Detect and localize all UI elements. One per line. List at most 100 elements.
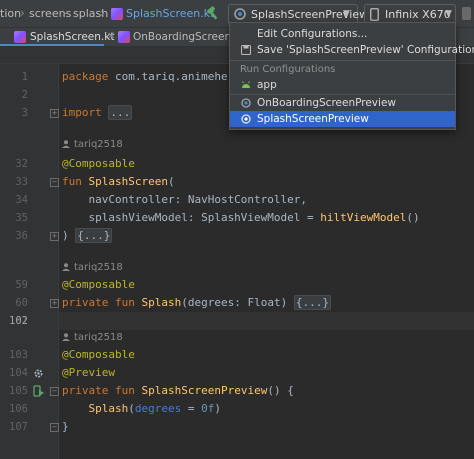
line-number: 105 <box>9 385 28 397</box>
line-number: 35 <box>15 212 28 224</box>
breadcrumb-file[interactable]: SplashScreen.kt <box>126 0 214 27</box>
function-call: Splash <box>88 402 129 415</box>
fold-expand-icon[interactable]: + <box>50 109 59 118</box>
code-line[interactable]: @Composable <box>62 346 135 364</box>
code-author-hint[interactable]: tariq2518 <box>62 330 123 346</box>
breadcrumb-item[interactable]: tion <box>0 0 21 27</box>
fold-collapse-icon[interactable]: − <box>50 178 59 187</box>
annotation: @Preview <box>62 366 115 379</box>
person-icon <box>62 333 70 341</box>
compose-preview-icon <box>234 8 246 20</box>
code-line[interactable]: package com.tariq.animehero <box>62 68 241 86</box>
keyword: import <box>62 106 102 119</box>
code-line[interactable]: @Preview <box>62 364 115 382</box>
code-text: () { <box>267 384 294 397</box>
line-number: 59 <box>15 279 28 291</box>
function-name: SplashScreen <box>88 175 168 188</box>
line-number: 1 <box>21 71 28 83</box>
code-text: = <box>181 402 202 415</box>
line-number: 107 <box>9 421 28 433</box>
person-icon <box>62 263 70 271</box>
phone-icon <box>370 8 379 21</box>
code-line[interactable]: navController: NavHostController, <box>62 191 307 209</box>
run-preview-icon[interactable] <box>33 385 45 398</box>
keyword: fun <box>62 175 82 188</box>
code-line[interactable]: splashViewModel: SplashViewModel = hiltV… <box>62 209 420 227</box>
line-number: 33 <box>15 176 28 188</box>
fold-expand-icon[interactable]: + <box>50 299 59 308</box>
annotation: @Composable <box>62 157 135 170</box>
tab-label: OnBoardingScreen.kt <box>133 31 245 43</box>
chevron-right-icon: › <box>20 6 25 20</box>
keyword: private fun <box>62 296 135 309</box>
code-line[interactable]: import ... <box>62 104 133 122</box>
gutter-divider <box>58 64 59 459</box>
line-number: 103 <box>9 349 28 361</box>
build-hammer-icon[interactable] <box>206 6 220 20</box>
line-number: 36 <box>15 230 28 242</box>
code-text: navController: NavHostController, <box>62 193 308 206</box>
annotation: @Composable <box>62 348 135 361</box>
fold-collapse-icon[interactable]: − <box>50 387 59 396</box>
run-config-item-splash-preview[interactable]: SplashScreenPreview <box>230 111 455 127</box>
line-number-current: 102 <box>9 315 28 327</box>
fold-collapse-icon[interactable]: − <box>50 423 59 432</box>
menu-item-label: Edit Configurations... <box>257 28 368 40</box>
chevron-right-icon: › <box>62 6 67 20</box>
folded-region[interactable]: {...} <box>293 295 331 310</box>
code-text: } <box>62 420 69 433</box>
author-name: tariq2518 <box>74 332 123 343</box>
code-text: (degrees: Float) <box>181 296 294 309</box>
kotlin-file-icon <box>111 8 123 20</box>
code-line[interactable]: @Composable <box>62 276 135 294</box>
code-line[interactable]: @Composable <box>62 155 135 173</box>
run-config-item-onboarding-preview[interactable]: OnBoardingScreenPreview <box>230 95 455 111</box>
keyword: package <box>62 70 109 83</box>
code-text: ( <box>128 402 135 415</box>
code-line[interactable]: private fun SplashScreenPreview() { <box>62 382 294 400</box>
code-line[interactable]: private fun Splash(degrees: Float) {...} <box>62 294 331 312</box>
run-config-item-app[interactable]: app <box>230 77 455 93</box>
line-number: 106 <box>9 403 28 415</box>
code-text: ) <box>214 402 221 415</box>
fold-expand-icon[interactable]: + <box>50 232 59 241</box>
edit-configurations-item[interactable]: Edit Configurations... <box>230 26 455 42</box>
annotation: @Composable <box>62 278 135 291</box>
gear-icon[interactable] <box>33 368 44 379</box>
line-number: 3 <box>21 107 28 119</box>
code-line[interactable]: } <box>62 418 69 436</box>
save-configuration-item[interactable]: Save 'SplashScreenPreview' Configuration <box>230 42 474 58</box>
code-line[interactable]: ) {...} <box>62 227 113 245</box>
code-author-hint[interactable]: tariq2518 <box>62 137 123 153</box>
function-name: Splash <box>141 296 182 309</box>
kotlin-file-icon <box>14 31 26 43</box>
code-text: ( <box>167 175 175 188</box>
line-number: 2 <box>21 89 28 101</box>
code-text: ) <box>62 229 76 242</box>
keyword: private fun <box>62 384 135 397</box>
folded-region[interactable]: ... <box>108 105 133 120</box>
person-icon <box>62 140 70 148</box>
chevron-right-icon: › <box>100 6 105 20</box>
named-parameter: degrees <box>134 402 182 415</box>
toolbar-overflow-icon[interactable] <box>462 7 471 20</box>
compose-preview-icon <box>241 98 251 108</box>
line-number: 32 <box>15 158 28 170</box>
code-text: splashViewModel: SplashViewModel = <box>62 211 321 224</box>
save-icon <box>241 45 251 55</box>
code-line[interactable]: Splash(degrees = 0f) <box>62 400 221 418</box>
close-icon[interactable]: ✕ <box>107 28 115 46</box>
folded-region[interactable]: {...} <box>75 228 113 243</box>
android-icon <box>242 81 250 88</box>
function-call: hiltViewModel <box>320 211 407 224</box>
author-name: tariq2518 <box>74 262 123 273</box>
function-name: SplashScreenPreview <box>141 384 268 397</box>
menu-divider <box>230 60 455 61</box>
line-number: 104 <box>9 367 28 379</box>
current-line-highlight <box>59 312 474 330</box>
code-author-hint[interactable]: tariq2518 <box>62 260 123 276</box>
code-text: () <box>406 211 420 224</box>
menu-item-label: Save 'SplashScreenPreview' Configuration <box>257 44 474 56</box>
code-line[interactable]: fun SplashScreen( <box>62 173 175 191</box>
menu-item-label: app <box>257 79 277 91</box>
